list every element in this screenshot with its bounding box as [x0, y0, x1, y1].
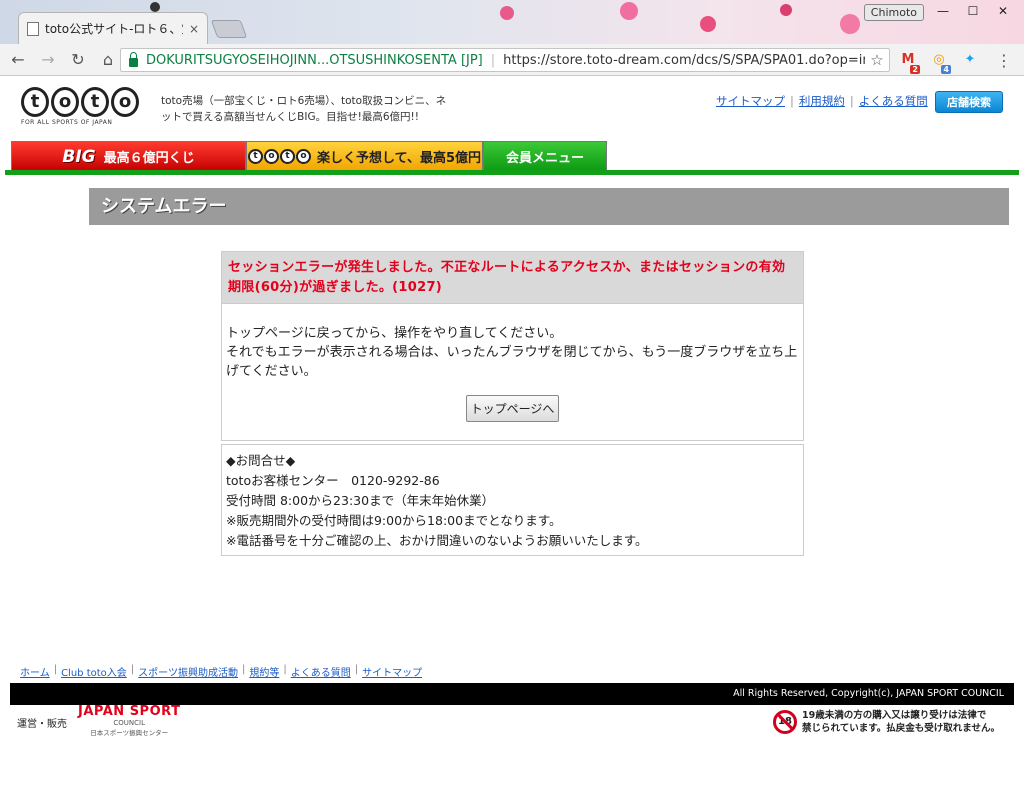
- url-text[interactable]: https://store.toto-dream.com/dcs/S/SPA/S…: [503, 53, 865, 68]
- jsc-logo[interactable]: JAPAN SPORT COUNCIL 日本スポーツ振興センター: [78, 704, 180, 737]
- decor-flower: [840, 14, 860, 34]
- twitter-icon[interactable]: ✦: [960, 52, 980, 70]
- gmail-badge: 2: [910, 65, 920, 74]
- link-separator: |: [849, 94, 854, 108]
- instruction-line: それでもエラーが表示される場合は、いったんブラウザを閉じてから、もう一度ブラウザ…: [226, 345, 798, 379]
- toto-logo[interactable]: t o t o FOR ALL SPORTS OF JAPAN: [21, 87, 145, 133]
- tab-member-label: 会員メニュー: [505, 151, 584, 166]
- contact-heading: ◆お問合せ◆: [226, 453, 296, 468]
- decor-flower: [150, 2, 160, 12]
- contact-note: ※電話番号を十分ご確認の上、おかけ間違いのないようお願いいたします。: [226, 533, 648, 548]
- contact-note: ※販売期間外の受付時間は9:00から18:00までとなります。: [226, 513, 562, 528]
- browser-menu-icon[interactable]: ⋮: [996, 51, 1012, 70]
- lock-icon: [129, 51, 138, 67]
- link-sitemap[interactable]: サイトマップ: [716, 93, 785, 109]
- minimize-icon[interactable]: —: [928, 2, 958, 20]
- rss-icon[interactable]: ◎ 4: [929, 52, 951, 74]
- address-bar[interactable]: DOKURITSUGYOSEIHOJINN...OTSUSHINKOSENTA …: [120, 48, 890, 72]
- contact-center: totoお客様センター 0120-9292-86: [226, 473, 440, 488]
- maximize-icon[interactable]: ☐: [958, 2, 988, 20]
- decor-flower: [780, 4, 792, 16]
- logo-letter: o: [51, 87, 79, 117]
- back-icon[interactable]: ←: [6, 48, 30, 72]
- link-separator: |: [790, 94, 794, 108]
- forward-icon[interactable]: →: [36, 48, 60, 72]
- big-logo: BIG: [62, 146, 96, 167]
- jsc-name: JAPAN SPORT: [78, 704, 181, 719]
- contact-hours: 受付時間 8:00から23:30まで（年末年始休業）: [226, 493, 495, 508]
- store-search-button[interactable]: 店舗検索: [935, 91, 1003, 113]
- jsc-sub: COUNCIL: [113, 719, 146, 727]
- decor-flower: [500, 6, 514, 20]
- age-restriction: 18 19歳未満の方の購入又は譲り受けは法律で 禁じられています。払戻金も受け取…: [773, 709, 1000, 735]
- tab-title: toto公式サイト-ロト６、宝く: [45, 22, 183, 36]
- close-window-icon[interactable]: ✕: [988, 2, 1018, 20]
- error-message: セッションエラーが発生しました。不正なルートによるアクセスか、またはセッションの…: [222, 252, 803, 303]
- footer-link-faq[interactable]: よくある質問: [291, 664, 351, 679]
- logo-tagline: FOR ALL SPORTS OF JAPAN: [21, 119, 113, 126]
- reload-icon[interactable]: ↻: [66, 48, 90, 72]
- footer-link-club-toto[interactable]: Club toto入会: [61, 664, 127, 679]
- footer-link-home[interactable]: ホーム: [20, 664, 50, 679]
- rss-badge: 4: [941, 65, 951, 74]
- url-separator: |: [490, 52, 496, 68]
- tab-toto-label: 楽しく予想して、最高5億円: [316, 151, 481, 166]
- instruction-line: トップページに戻ってから、操作をやり直してください。: [226, 326, 563, 341]
- header-links: サイトマップ | 利用規約 | よくある質問: [716, 93, 928, 109]
- ev-certificate-owner[interactable]: DOKURITSUGYOSEIHOJINN...OTSUSHINKOSENTA …: [146, 53, 483, 68]
- no-under-18-icon: 18: [773, 710, 797, 734]
- footer-link-sports-grants[interactable]: スポーツ振興助成活動: [138, 664, 238, 679]
- tab-big[interactable]: BIG 最高６億円くじ: [11, 141, 246, 171]
- page-viewport: t o t o FOR ALL SPORTS OF JAPAN toto売場（一…: [5, 77, 1019, 795]
- footer-links: ホーム | Club toto入会 | スポーツ振興助成活動 | 規約等 | よくある質…: [20, 664, 423, 679]
- new-tab-button[interactable]: [210, 20, 248, 38]
- operator-label: 運営・販売: [17, 719, 67, 730]
- gmail-icon[interactable]: M 2: [898, 52, 920, 74]
- error-instructions: トップページに戻ってから、操作をやり直してください。 それでもエラーが表示される…: [222, 303, 803, 440]
- window-titlebar: toto公式サイト-ロト６、宝く × Chimoto — ☐ ✕: [0, 0, 1024, 44]
- top-page-button[interactable]: トップページへ: [465, 395, 560, 422]
- page-title: システムエラー: [89, 188, 1009, 225]
- nav-divider: [5, 170, 1019, 175]
- logo-letter: o: [111, 87, 139, 117]
- bookmark-star-icon[interactable]: ☆: [865, 51, 889, 69]
- logo-letter: t: [21, 87, 49, 117]
- home-icon[interactable]: ⌂: [96, 48, 120, 72]
- profile-button[interactable]: Chimoto: [863, 4, 924, 21]
- error-box: セッションエラーが発生しました。不正なルートによるアクセスか、またはセッションの…: [221, 251, 804, 441]
- footer-link-rules[interactable]: 規約等: [249, 664, 279, 679]
- copyright-bar: All Rights Reserved, Copyright(c), JAPAN…: [10, 683, 1014, 705]
- tab-big-label: 最高６億円くじ: [103, 151, 195, 166]
- jsc-japanese-name: 日本スポーツ振興センター: [90, 729, 169, 737]
- age-notice: 19歳未満の方の購入又は譲り受けは法律で 禁じられています。払戻金も受け取れませ…: [802, 710, 1000, 734]
- footer-link-sitemap[interactable]: サイトマップ: [362, 664, 422, 679]
- logo-letter: t: [81, 87, 109, 117]
- main-nav: BIG 最高６億円くじ toto 楽しく予想して、最高5億円 会員メニュー: [11, 141, 607, 171]
- tab-member-menu[interactable]: 会員メニュー: [483, 141, 607, 171]
- toto-mini-logo: toto: [247, 149, 311, 164]
- page-icon: [27, 21, 39, 36]
- browser-tab[interactable]: toto公式サイト-ロト６、宝く ×: [18, 12, 208, 44]
- link-faq[interactable]: よくある質問: [859, 93, 928, 109]
- decor-flower: [620, 2, 638, 20]
- contact-box: ◆お問合せ◆ totoお客様センター 0120-9292-86 受付時間 8:0…: [221, 444, 804, 556]
- tab-toto[interactable]: toto 楽しく予想して、最高5億円: [246, 141, 483, 171]
- tab-close-icon[interactable]: ×: [189, 22, 199, 36]
- header-description: toto売場（一部宝くじ・ロト6売場）、toto取扱コンビニ、ネットで買える高額…: [161, 95, 447, 123]
- link-terms[interactable]: 利用規約: [799, 93, 845, 109]
- decor-flower: [700, 16, 716, 32]
- browser-toolbar: ← → ↻ ⌂ DOKURITSUGYOSEIHOJINN...OTSUSHIN…: [0, 44, 1024, 76]
